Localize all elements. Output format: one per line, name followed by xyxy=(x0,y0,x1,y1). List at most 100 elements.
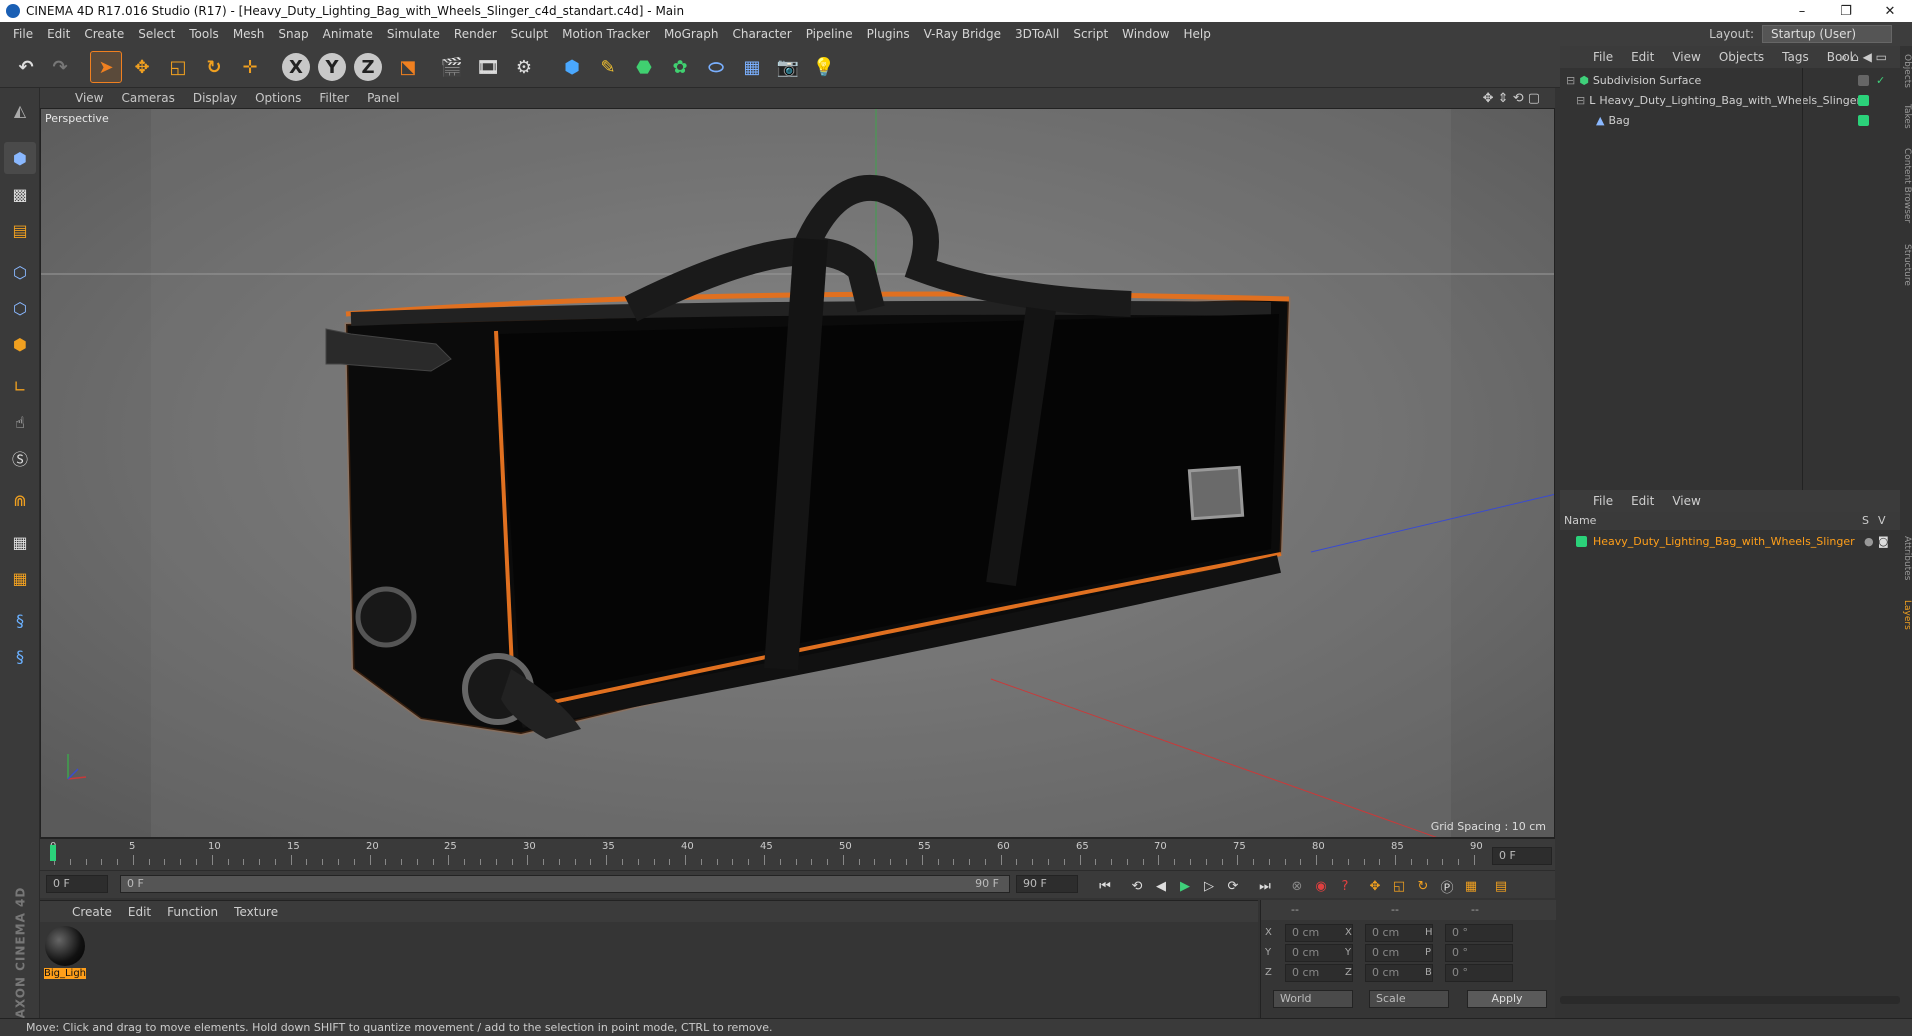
prev-frame-icon[interactable]: ◀ xyxy=(1150,875,1172,897)
points-mode-icon[interactable]: ⬡ xyxy=(4,256,36,288)
side-tab-content-browser[interactable]: Content Browser xyxy=(1900,148,1912,223)
subdivision-surface-icon[interactable]: ⬣ xyxy=(628,51,660,83)
pen-spline-icon[interactable]: ✎ xyxy=(592,51,624,83)
model-mode-icon[interactable]: ⬢ xyxy=(4,142,36,174)
redo-icon[interactable]: ↷ xyxy=(44,51,76,83)
coord-value-field[interactable]: 0 cm xyxy=(1365,944,1433,962)
timeline[interactable]: 051015202530354045505560657075808590 0 F xyxy=(40,838,1555,870)
coord-value-field[interactable]: 0 ° xyxy=(1445,964,1513,982)
menu-mesh[interactable]: Mesh xyxy=(226,27,272,41)
lock-workplane-icon[interactable]: ▦ xyxy=(4,526,36,558)
visibility-tag[interactable] xyxy=(1858,74,1869,86)
menu-script[interactable]: Script xyxy=(1066,27,1115,41)
cube-primitive-icon[interactable]: ⬢ xyxy=(556,51,588,83)
axis-y-button[interactable]: Y xyxy=(318,53,346,81)
objects-menu-tags[interactable]: Tags xyxy=(1773,50,1818,64)
layout-select[interactable]: Startup (User) xyxy=(1762,25,1892,43)
viewport-menu-filter[interactable]: Filter xyxy=(310,91,358,105)
close-button[interactable]: ✕ xyxy=(1868,0,1912,22)
go-to-start-icon[interactable]: ⏮ xyxy=(1094,875,1116,897)
scale-icon[interactable]: ◱ xyxy=(162,51,194,83)
render-view-icon[interactable]: 🎬 xyxy=(436,51,468,83)
python-script-icon[interactable]: § xyxy=(4,640,36,672)
layer-color-swatch[interactable] xyxy=(1576,535,1587,547)
viewport-nav-icons[interactable]: ✥ ⇕ ⟲ ▢ xyxy=(1474,91,1549,106)
workplane-mode-icon[interactable]: ▤ xyxy=(4,214,36,246)
next-frame-icon[interactable]: ▷ xyxy=(1198,875,1220,897)
current-frame-field[interactable]: 0 F xyxy=(1492,847,1552,865)
deformer-icon[interactable]: ⬭ xyxy=(700,51,732,83)
key-rotation-icon[interactable]: ↻ xyxy=(1412,875,1434,897)
menu-motion-tracker[interactable]: Motion Tracker xyxy=(555,27,657,41)
timeline-ruler[interactable]: 051015202530354045505560657075808590 xyxy=(48,839,1488,871)
coord-scale-select[interactable]: Scale xyxy=(1369,990,1449,1008)
layer-tag[interactable] xyxy=(1858,114,1869,126)
keyframe-help-icon[interactable]: ? xyxy=(1334,875,1356,897)
edges-mode-icon[interactable]: ⬡ xyxy=(4,292,36,324)
collapse-icon[interactable]: ⊟ xyxy=(1566,74,1575,87)
solo-dot-icon[interactable]: ● xyxy=(1864,535,1874,548)
viewport-menu-display[interactable]: Display xyxy=(184,91,246,105)
key-parameter-icon[interactable]: Ⓟ xyxy=(1436,875,1458,897)
key-position-icon[interactable]: ✥ xyxy=(1364,875,1386,897)
objects-menu-view[interactable]: View xyxy=(1663,50,1709,64)
layer-row[interactable]: Heavy_Duty_Lighting_Bag_with_Wheels_Slin… xyxy=(1560,532,1900,550)
menu-mograph[interactable]: MoGraph xyxy=(657,27,726,41)
coord-value-field[interactable]: 0 cm xyxy=(1285,944,1353,962)
key-scale-icon[interactable]: ◱ xyxy=(1388,875,1410,897)
side-tab-objects[interactable]: Objects xyxy=(1900,54,1912,88)
preview-range-slider[interactable]: 0 F 90 F xyxy=(120,875,1010,893)
menu-window[interactable]: Window xyxy=(1115,27,1176,41)
material-swatch[interactable]: Big_Ligh xyxy=(44,926,86,982)
enabled-check-icon[interactable]: ✓ xyxy=(1876,74,1885,87)
menu-simulate[interactable]: Simulate xyxy=(380,27,447,41)
material-menu-create[interactable]: Create xyxy=(64,905,120,919)
python-icon[interactable]: § xyxy=(4,604,36,636)
visible-eye-icon[interactable]: ◙ xyxy=(1878,535,1889,548)
render-picture-viewer-icon[interactable]: 🎞 xyxy=(472,51,504,83)
start-frame-field[interactable]: 0 F xyxy=(46,875,108,893)
apply-button[interactable]: Apply xyxy=(1467,990,1547,1008)
material-menu-texture[interactable]: Texture xyxy=(226,905,286,919)
perspective-viewport[interactable]: Perspective Grid Spacing : 10 cm xyxy=(40,108,1555,838)
texture-mode-icon[interactable]: ▩ xyxy=(4,178,36,210)
rotate-icon[interactable]: ↻ xyxy=(198,51,230,83)
menu-create[interactable]: Create xyxy=(77,27,131,41)
menu-tools[interactable]: Tools xyxy=(182,27,226,41)
playhead[interactable] xyxy=(50,845,56,861)
side-tab-structure[interactable]: Structure xyxy=(1900,244,1912,286)
coord-mode-select[interactable]: World xyxy=(1273,990,1353,1008)
coord-value-field[interactable]: 0 cm xyxy=(1365,924,1433,942)
coord-value-field[interactable]: 0 ° xyxy=(1445,944,1513,962)
menu-snap[interactable]: Snap xyxy=(271,27,315,41)
viewport-menu-view[interactable]: View xyxy=(66,91,112,105)
coord-value-field[interactable]: 0 ° xyxy=(1445,924,1513,942)
collapse-icon[interactable]: ⊟ xyxy=(1576,94,1585,107)
menu-animate[interactable]: Animate xyxy=(316,27,380,41)
menu-3dtoall[interactable]: 3DToAll xyxy=(1008,27,1066,41)
layers-menu-file[interactable]: File xyxy=(1584,494,1622,508)
axis-mode-icon[interactable]: ∟ xyxy=(4,370,36,402)
viewport-menu-options[interactable]: Options xyxy=(246,91,310,105)
live-select-icon[interactable]: ✛ xyxy=(234,51,266,83)
objects-menu-file[interactable]: File xyxy=(1584,50,1622,64)
axis-x-button[interactable]: X xyxy=(282,53,310,81)
menu-vray-bridge[interactable]: V-Ray Bridge xyxy=(917,27,1008,41)
objects-search-icon[interactable]: ⌕ ⌂ ◀ ▭ xyxy=(1832,50,1896,65)
next-key-icon[interactable]: ⟳ xyxy=(1222,875,1244,897)
coordinate-system-icon[interactable]: ⬔ xyxy=(392,51,424,83)
key-pla-icon[interactable]: ▦ xyxy=(1460,875,1482,897)
layers-scrollbar[interactable] xyxy=(1560,996,1900,1004)
mograph-cloner-icon[interactable]: ✿ xyxy=(664,51,696,83)
object-row-heavy-duty[interactable]: ⊟ L Heavy_Duty_Lighting_Bag_with_Wheels_… xyxy=(1560,91,1900,109)
material-menu-edit[interactable]: Edit xyxy=(120,905,159,919)
side-tab-layers[interactable]: Layers xyxy=(1900,600,1912,630)
coord-value-field[interactable]: 0 cm xyxy=(1285,924,1353,942)
polygons-mode-icon[interactable]: ⬢ xyxy=(4,328,36,360)
material-menu-function[interactable]: Function xyxy=(159,905,226,919)
objects-menu-edit[interactable]: Edit xyxy=(1622,50,1663,64)
floor-icon[interactable]: ▦ xyxy=(736,51,768,83)
viewport-menu-cameras[interactable]: Cameras xyxy=(112,91,183,105)
objects-menu-objects[interactable]: Objects xyxy=(1710,50,1773,64)
menu-plugins[interactable]: Plugins xyxy=(860,27,917,41)
